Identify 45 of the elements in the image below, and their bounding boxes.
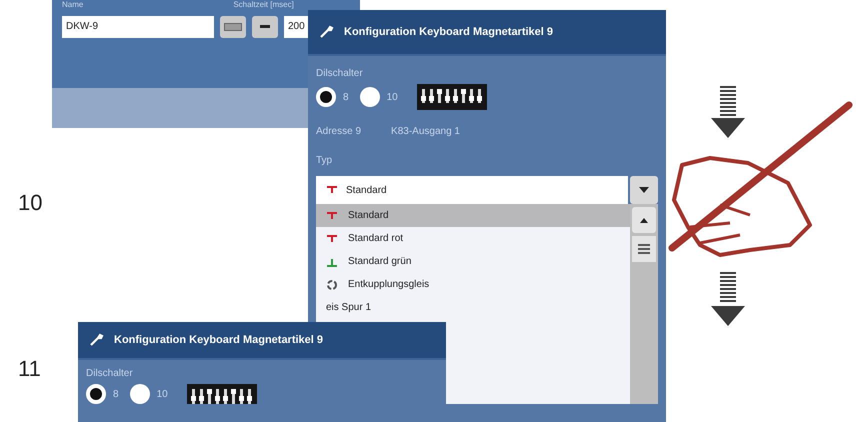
list-item[interactable]: Standard	[316, 204, 630, 227]
minus-icon	[260, 25, 270, 29]
section-label: Dilschalter	[316, 68, 364, 79]
signal-icon	[326, 232, 338, 244]
list-item[interactable]: eis Spur 1	[316, 296, 630, 319]
dialog-title: Konfiguration Keyboard Magnetartikel 9	[114, 334, 324, 346]
list-item[interactable]: Standard rot	[316, 227, 630, 250]
list-item[interactable]: Standard grün	[316, 250, 630, 273]
caret-icon	[640, 218, 648, 222]
radio-button[interactable]	[86, 384, 106, 404]
radio-label: 8	[343, 92, 349, 102]
radio-label: 10	[156, 388, 168, 400]
caret-icon	[639, 187, 649, 193]
keyboard-button[interactable]	[220, 16, 246, 38]
field-label: Schaltzeit [msec]	[233, 0, 294, 10]
ring-icon	[326, 278, 338, 290]
scrollbar[interactable]	[630, 204, 658, 404]
address-text: Adresse 9	[316, 126, 362, 137]
signal-icon	[326, 184, 338, 196]
dialog-title: Konfiguration Keyboard Magnetartikel 9	[344, 26, 554, 38]
dip-switch-icon	[416, 84, 487, 110]
field-label: Name	[62, 0, 84, 10]
signal-icon	[326, 210, 338, 222]
scroll-thumb[interactable]	[632, 236, 656, 262]
radio-label: 8	[113, 388, 119, 400]
section-label: Typ	[316, 155, 334, 166]
wrench-icon	[90, 333, 104, 347]
name-field[interactable]: DKW-9	[62, 16, 214, 38]
grip-icon	[638, 244, 650, 254]
radio-button[interactable]	[316, 87, 336, 107]
step-number: 10	[18, 190, 42, 216]
minus-button[interactable]	[252, 16, 278, 38]
scroll-up-button[interactable]	[632, 207, 656, 233]
radio-button[interactable]	[360, 87, 380, 107]
radio-button[interactable]	[130, 384, 150, 404]
section-label: Dilschalter	[86, 368, 134, 379]
type-select[interactable]: Standard	[316, 176, 628, 204]
wrench-icon	[320, 25, 334, 39]
list-item[interactable]: Entkupplungsgleis	[316, 273, 630, 296]
radio-label: 10	[386, 92, 398, 102]
dip-switch-icon	[186, 384, 257, 404]
step-number: 11	[18, 356, 41, 382]
dropdown-button[interactable]	[630, 176, 658, 204]
keyboard-icon	[224, 23, 242, 31]
output-text: K83-Ausgang 1	[391, 126, 460, 137]
